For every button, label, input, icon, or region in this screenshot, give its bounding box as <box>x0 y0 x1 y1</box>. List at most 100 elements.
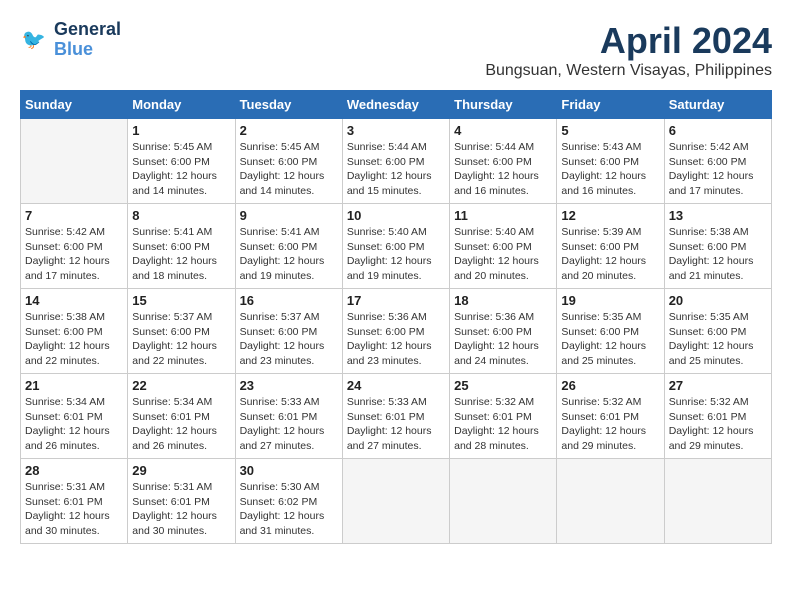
day-info: Sunrise: 5:31 AM Sunset: 6:01 PM Dayligh… <box>132 480 230 539</box>
calendar-cell: 14 Sunrise: 5:38 AM Sunset: 6:00 PM Dayl… <box>21 289 128 374</box>
calendar-cell: 9 Sunrise: 5:41 AM Sunset: 6:00 PM Dayli… <box>235 204 342 289</box>
title-area: April 2024 Bungsuan, Western Visayas, Ph… <box>485 20 772 80</box>
weekday-header: SundayMondayTuesdayWednesdayThursdayFrid… <box>21 91 772 119</box>
day-number: 15 <box>132 293 230 308</box>
calendar-cell: 15 Sunrise: 5:37 AM Sunset: 6:00 PM Dayl… <box>128 289 235 374</box>
day-number: 24 <box>347 378 445 393</box>
day-info: Sunrise: 5:35 AM Sunset: 6:00 PM Dayligh… <box>561 310 659 369</box>
calendar-cell: 27 Sunrise: 5:32 AM Sunset: 6:01 PM Dayl… <box>664 374 771 459</box>
calendar-cell: 6 Sunrise: 5:42 AM Sunset: 6:00 PM Dayli… <box>664 119 771 204</box>
calendar-cell <box>450 459 557 544</box>
day-number: 7 <box>25 208 123 223</box>
calendar-cell: 3 Sunrise: 5:44 AM Sunset: 6:00 PM Dayli… <box>342 119 449 204</box>
day-number: 25 <box>454 378 552 393</box>
day-info: Sunrise: 5:32 AM Sunset: 6:01 PM Dayligh… <box>561 395 659 454</box>
location-title: Bungsuan, Western Visayas, Philippines <box>485 62 772 80</box>
day-info: Sunrise: 5:38 AM Sunset: 6:00 PM Dayligh… <box>669 225 767 284</box>
logo-icon: 🐦 <box>20 25 50 55</box>
svg-text:🐦: 🐦 <box>22 29 46 51</box>
week-row: 1 Sunrise: 5:45 AM Sunset: 6:00 PM Dayli… <box>21 119 772 204</box>
day-info: Sunrise: 5:37 AM Sunset: 6:00 PM Dayligh… <box>240 310 338 369</box>
day-info: Sunrise: 5:32 AM Sunset: 6:01 PM Dayligh… <box>669 395 767 454</box>
calendar-cell: 1 Sunrise: 5:45 AM Sunset: 6:00 PM Dayli… <box>128 119 235 204</box>
weekday-header-cell: Tuesday <box>235 91 342 119</box>
month-title: April 2024 <box>485 20 772 62</box>
calendar-cell: 19 Sunrise: 5:35 AM Sunset: 6:00 PM Dayl… <box>557 289 664 374</box>
calendar-cell: 20 Sunrise: 5:35 AM Sunset: 6:00 PM Dayl… <box>664 289 771 374</box>
calendar-cell: 13 Sunrise: 5:38 AM Sunset: 6:00 PM Dayl… <box>664 204 771 289</box>
day-info: Sunrise: 5:45 AM Sunset: 6:00 PM Dayligh… <box>240 140 338 199</box>
day-number: 13 <box>669 208 767 223</box>
day-number: 26 <box>561 378 659 393</box>
day-info: Sunrise: 5:39 AM Sunset: 6:00 PM Dayligh… <box>561 225 659 284</box>
day-number: 30 <box>240 463 338 478</box>
day-number: 27 <box>669 378 767 393</box>
day-info: Sunrise: 5:44 AM Sunset: 6:00 PM Dayligh… <box>347 140 445 199</box>
calendar-cell: 16 Sunrise: 5:37 AM Sunset: 6:00 PM Dayl… <box>235 289 342 374</box>
day-number: 6 <box>669 123 767 138</box>
logo-text: General Blue <box>54 20 121 60</box>
calendar-cell: 26 Sunrise: 5:32 AM Sunset: 6:01 PM Dayl… <box>557 374 664 459</box>
day-number: 9 <box>240 208 338 223</box>
day-info: Sunrise: 5:33 AM Sunset: 6:01 PM Dayligh… <box>240 395 338 454</box>
week-row: 14 Sunrise: 5:38 AM Sunset: 6:00 PM Dayl… <box>21 289 772 374</box>
calendar-cell <box>664 459 771 544</box>
calendar-cell <box>342 459 449 544</box>
day-info: Sunrise: 5:40 AM Sunset: 6:00 PM Dayligh… <box>347 225 445 284</box>
calendar-cell: 21 Sunrise: 5:34 AM Sunset: 6:01 PM Dayl… <box>21 374 128 459</box>
day-info: Sunrise: 5:45 AM Sunset: 6:00 PM Dayligh… <box>132 140 230 199</box>
calendar-cell: 4 Sunrise: 5:44 AM Sunset: 6:00 PM Dayli… <box>450 119 557 204</box>
day-number: 4 <box>454 123 552 138</box>
day-info: Sunrise: 5:30 AM Sunset: 6:02 PM Dayligh… <box>240 480 338 539</box>
day-number: 5 <box>561 123 659 138</box>
calendar-cell: 7 Sunrise: 5:42 AM Sunset: 6:00 PM Dayli… <box>21 204 128 289</box>
calendar-cell: 25 Sunrise: 5:32 AM Sunset: 6:01 PM Dayl… <box>450 374 557 459</box>
day-number: 21 <box>25 378 123 393</box>
weekday-header-cell: Monday <box>128 91 235 119</box>
calendar-cell: 12 Sunrise: 5:39 AM Sunset: 6:00 PM Dayl… <box>557 204 664 289</box>
day-info: Sunrise: 5:38 AM Sunset: 6:00 PM Dayligh… <box>25 310 123 369</box>
day-number: 20 <box>669 293 767 308</box>
calendar-cell: 10 Sunrise: 5:40 AM Sunset: 6:00 PM Dayl… <box>342 204 449 289</box>
day-info: Sunrise: 5:31 AM Sunset: 6:01 PM Dayligh… <box>25 480 123 539</box>
day-info: Sunrise: 5:44 AM Sunset: 6:00 PM Dayligh… <box>454 140 552 199</box>
day-info: Sunrise: 5:35 AM Sunset: 6:00 PM Dayligh… <box>669 310 767 369</box>
day-info: Sunrise: 5:36 AM Sunset: 6:00 PM Dayligh… <box>347 310 445 369</box>
day-info: Sunrise: 5:43 AM Sunset: 6:00 PM Dayligh… <box>561 140 659 199</box>
day-number: 12 <box>561 208 659 223</box>
day-number: 2 <box>240 123 338 138</box>
calendar-cell: 29 Sunrise: 5:31 AM Sunset: 6:01 PM Dayl… <box>128 459 235 544</box>
calendar-cell: 2 Sunrise: 5:45 AM Sunset: 6:00 PM Dayli… <box>235 119 342 204</box>
day-info: Sunrise: 5:41 AM Sunset: 6:00 PM Dayligh… <box>240 225 338 284</box>
calendar-cell: 23 Sunrise: 5:33 AM Sunset: 6:01 PM Dayl… <box>235 374 342 459</box>
day-info: Sunrise: 5:32 AM Sunset: 6:01 PM Dayligh… <box>454 395 552 454</box>
day-number: 11 <box>454 208 552 223</box>
calendar-cell: 22 Sunrise: 5:34 AM Sunset: 6:01 PM Dayl… <box>128 374 235 459</box>
day-number: 17 <box>347 293 445 308</box>
calendar-cell: 5 Sunrise: 5:43 AM Sunset: 6:00 PM Dayli… <box>557 119 664 204</box>
calendar-cell: 11 Sunrise: 5:40 AM Sunset: 6:00 PM Dayl… <box>450 204 557 289</box>
day-number: 29 <box>132 463 230 478</box>
day-info: Sunrise: 5:42 AM Sunset: 6:00 PM Dayligh… <box>669 140 767 199</box>
header: 🐦 General Blue April 2024 Bungsuan, West… <box>20 20 772 80</box>
day-info: Sunrise: 5:42 AM Sunset: 6:00 PM Dayligh… <box>25 225 123 284</box>
day-number: 10 <box>347 208 445 223</box>
calendar-cell: 8 Sunrise: 5:41 AM Sunset: 6:00 PM Dayli… <box>128 204 235 289</box>
week-row: 7 Sunrise: 5:42 AM Sunset: 6:00 PM Dayli… <box>21 204 772 289</box>
calendar-cell: 18 Sunrise: 5:36 AM Sunset: 6:00 PM Dayl… <box>450 289 557 374</box>
calendar-cell: 30 Sunrise: 5:30 AM Sunset: 6:02 PM Dayl… <box>235 459 342 544</box>
weekday-header-cell: Saturday <box>664 91 771 119</box>
day-info: Sunrise: 5:33 AM Sunset: 6:01 PM Dayligh… <box>347 395 445 454</box>
day-info: Sunrise: 5:37 AM Sunset: 6:00 PM Dayligh… <box>132 310 230 369</box>
day-number: 23 <box>240 378 338 393</box>
calendar-cell: 24 Sunrise: 5:33 AM Sunset: 6:01 PM Dayl… <box>342 374 449 459</box>
day-info: Sunrise: 5:41 AM Sunset: 6:00 PM Dayligh… <box>132 225 230 284</box>
day-number: 16 <box>240 293 338 308</box>
calendar-cell: 17 Sunrise: 5:36 AM Sunset: 6:00 PM Dayl… <box>342 289 449 374</box>
weekday-header-cell: Sunday <box>21 91 128 119</box>
calendar-cell <box>21 119 128 204</box>
calendar: SundayMondayTuesdayWednesdayThursdayFrid… <box>20 90 772 544</box>
calendar-cell: 28 Sunrise: 5:31 AM Sunset: 6:01 PM Dayl… <box>21 459 128 544</box>
week-row: 21 Sunrise: 5:34 AM Sunset: 6:01 PM Dayl… <box>21 374 772 459</box>
weekday-header-cell: Thursday <box>450 91 557 119</box>
